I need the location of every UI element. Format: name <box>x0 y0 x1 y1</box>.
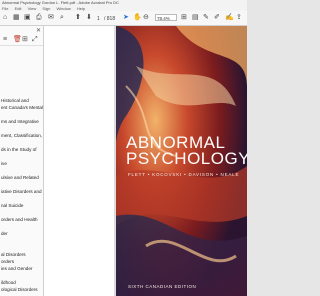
share-icon[interactable]: ⇪ <box>236 14 242 22</box>
bookmark-label: ent Canada's Mental <box>1 105 43 110</box>
bookmark-item[interactable]: Historical and <box>1 98 43 104</box>
bookmark-label: ies and Gender <box>1 266 33 271</box>
close-panel-icon[interactable]: ✕ <box>36 27 41 35</box>
search-icon[interactable]: ⌕ <box>60 14 64 22</box>
main-toolbar: ⌂ ▦ ▣ ⎙ ✉ ⌕ ⬆ ⬇ 1 / 818 ➤ ✋ ⊖ 78.4% ⊞ ▤ … <box>0 11 247 26</box>
tools-icon[interactable]: ▦ <box>13 14 20 22</box>
window-title: Abnormal Psychology Gordon L. Flett.pdf … <box>2 0 119 5</box>
bookmark-item[interactable]: ds in the Study of <box>1 147 43 153</box>
mail-icon[interactable]: ✉ <box>48 14 54 22</box>
bookmark-label: der <box>1 231 8 236</box>
left-page <box>44 26 114 296</box>
bookmark-item[interactable]: ent Canada's Mental <box>1 105 43 111</box>
bookmark-label: orders and Health <box>1 217 38 222</box>
bookmarks-panel: ✕ ≡ 🗑 ⊞ ⤢ Historical and ent Canada's Men… <box>0 26 44 296</box>
bookmark-item[interactable]: orders <box>1 259 43 265</box>
bookmark-item[interactable]: nal Suicide <box>1 203 43 209</box>
cover-edition: SIXTH CANADIAN EDITION <box>128 284 197 289</box>
save-icon[interactable]: ▣ <box>24 14 31 22</box>
expand-bookmark-icon[interactable]: ⤢ <box>32 36 38 44</box>
bookmark-item[interactable]: ulsive and Related <box>1 175 43 181</box>
bookmark-item[interactable]: al Disorders <box>1 252 43 258</box>
fit-page-icon[interactable]: ⊞ <box>181 14 187 22</box>
delete-bookmark-icon[interactable]: 🗑 <box>13 36 22 44</box>
zoom-level-select[interactable]: 78.4% <box>155 14 177 21</box>
bookmark-label: orders <box>1 259 15 264</box>
bookmark-label: iative Disorders and <box>1 189 42 194</box>
sign-icon[interactable]: ✍ <box>225 14 234 22</box>
bookmark-item[interactable]: ive <box>1 161 43 167</box>
next-page-icon[interactable]: ⬇ <box>86 14 92 22</box>
bookmarks-toolbar: ≡ 🗑 ⊞ ⤢ <box>0 35 43 46</box>
cover-authors: FLETT • KOCOVSKI • DAVISON • NEALE <box>128 172 240 177</box>
bookmark-label: ological Disorders <box>1 287 38 292</box>
bookmark-label: al Disorders <box>1 252 26 257</box>
zoom-out-icon[interactable]: ⊖ <box>143 14 149 22</box>
hand-tool-icon[interactable]: ✋ <box>133 14 142 22</box>
bookmark-label: ulsive and Related <box>1 175 39 180</box>
page-total: / 818 <box>104 16 116 22</box>
bookmark-label: Historical and <box>1 98 29 103</box>
bookmark-item[interactable]: ms and Integrative <box>1 119 43 125</box>
bookmark-item[interactable]: orders and Health <box>1 217 43 223</box>
highlight-icon[interactable]: ✐ <box>214 14 220 22</box>
new-bookmark-icon[interactable]: ⊞ <box>22 36 28 44</box>
bookmark-item[interactable]: ies and Gender <box>1 266 43 272</box>
prev-page-icon[interactable]: ⬆ <box>75 14 81 22</box>
comment-icon[interactable]: ✎ <box>203 14 209 22</box>
select-cursor-icon[interactable]: ➤ <box>123 14 129 22</box>
page-number-input[interactable]: 1 <box>97 15 100 23</box>
bookmark-item[interactable]: ildhood <box>1 280 43 286</box>
bookmark-item[interactable]: iative Disorders and <box>1 189 43 195</box>
home-icon[interactable]: ⌂ <box>3 14 7 22</box>
view-mode-icon[interactable]: ▤ <box>192 14 199 22</box>
bookmark-item[interactable]: ment, Classification, <box>1 133 43 139</box>
bookmark-item[interactable]: der <box>1 231 43 237</box>
bookmark-label: ment, Classification, <box>1 133 43 138</box>
book-cover-page: ABNORMAL PSYCHOLOGY FLETT • KOCOVSKI • D… <box>116 26 247 296</box>
bookmark-label: ive <box>1 161 7 166</box>
print-icon[interactable]: ⎙ <box>36 14 42 22</box>
bookmark-label: ms and Integrative <box>1 119 39 124</box>
bookmark-label: ds in the Study of <box>1 147 37 152</box>
cover-title-line2: PSYCHOLOGY <box>126 149 247 168</box>
bookmark-label: nal Suicide <box>1 203 24 208</box>
bookmark-label: ildhood <box>1 280 16 285</box>
bookmark-options-icon[interactable]: ≡ <box>3 36 7 44</box>
bookmark-item[interactable]: ological Disorders <box>1 287 43 293</box>
